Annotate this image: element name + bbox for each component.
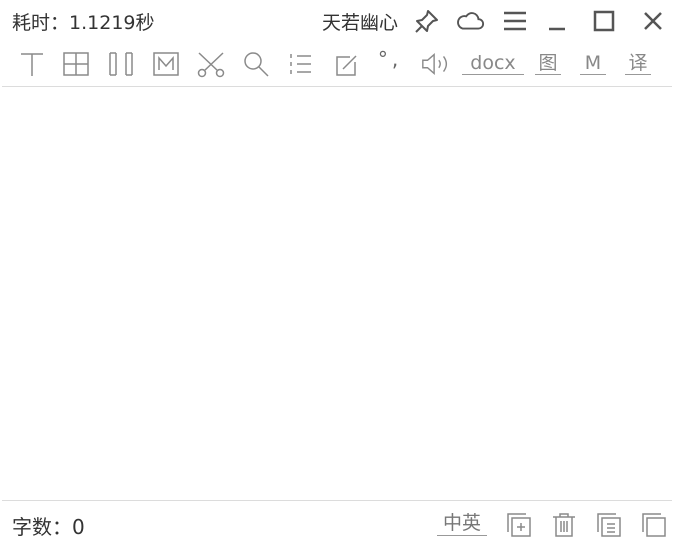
edit-icon bbox=[336, 55, 357, 76]
cloud-button[interactable] bbox=[455, 6, 485, 36]
markdown-icon bbox=[153, 52, 179, 76]
cut-button[interactable] bbox=[195, 48, 227, 80]
word-count: 字数：0 bbox=[12, 511, 85, 540]
table-icon bbox=[63, 52, 89, 76]
columns-button[interactable] bbox=[105, 48, 137, 80]
text-area[interactable] bbox=[2, 87, 672, 500]
read-aloud-button[interactable] bbox=[420, 48, 452, 80]
add-button[interactable] bbox=[503, 509, 535, 541]
search-button[interactable] bbox=[240, 48, 272, 80]
copy-icon bbox=[642, 513, 666, 537]
word-count-value: 0 bbox=[72, 515, 85, 539]
punctuation-icon: °, bbox=[377, 47, 403, 71]
user-name[interactable]: 天若幽心 bbox=[322, 8, 398, 35]
toolbar: °, docx 图 M 译 bbox=[0, 44, 674, 84]
pin-icon bbox=[415, 10, 438, 33]
search-icon bbox=[244, 52, 269, 77]
text-icon bbox=[21, 53, 43, 76]
trash-icon bbox=[553, 513, 575, 537]
cloud-icon bbox=[457, 12, 484, 30]
maximize-icon bbox=[593, 10, 615, 32]
merge-lines-icon bbox=[597, 513, 621, 537]
copy-button[interactable] bbox=[638, 509, 670, 541]
translate-button[interactable]: 译 bbox=[625, 52, 651, 75]
text-button[interactable] bbox=[16, 48, 48, 80]
speaker-icon bbox=[422, 53, 448, 75]
list-icon bbox=[290, 54, 311, 74]
status-bar: 字数：0 中英 bbox=[0, 501, 674, 548]
export-docx-button[interactable]: docx bbox=[462, 52, 524, 75]
maximize-button[interactable] bbox=[589, 6, 619, 36]
word-count-label: 字数： bbox=[12, 515, 72, 539]
delete-button[interactable] bbox=[548, 509, 580, 541]
markdown-button[interactable]: M bbox=[580, 52, 606, 75]
hamburger-menu-icon bbox=[504, 11, 526, 31]
edit-button[interactable] bbox=[330, 48, 362, 80]
title-bar: 耗时：1.1219秒 天若幽心 bbox=[0, 0, 674, 40]
close-icon bbox=[644, 12, 662, 30]
merge-lines-button[interactable] bbox=[593, 509, 625, 541]
close-button[interactable] bbox=[638, 6, 668, 36]
minimize-icon bbox=[549, 27, 565, 31]
pin-button[interactable] bbox=[412, 6, 442, 36]
lang-toggle-button[interactable]: 中英 bbox=[437, 511, 488, 536]
elapsed-label: 耗时： bbox=[12, 12, 70, 34]
punctuation-button[interactable]: °, bbox=[374, 47, 406, 80]
markdown-mode-button[interactable] bbox=[150, 48, 182, 80]
minimize-button[interactable] bbox=[542, 6, 572, 36]
table-button[interactable] bbox=[60, 48, 92, 80]
columns-icon bbox=[109, 52, 133, 76]
add-copy-icon bbox=[507, 513, 531, 537]
scissors-icon bbox=[197, 52, 225, 78]
image-button[interactable]: 图 bbox=[535, 52, 561, 75]
elapsed-value: 1.1219秒 bbox=[69, 12, 155, 34]
menu-button[interactable] bbox=[500, 6, 530, 36]
elapsed-time: 耗时：1.1219秒 bbox=[12, 8, 155, 35]
list-button[interactable] bbox=[284, 48, 316, 80]
